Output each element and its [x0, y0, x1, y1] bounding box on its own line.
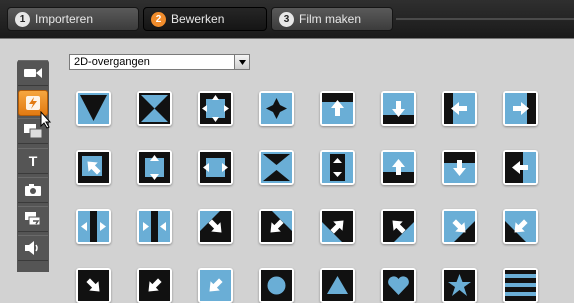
transition-tile-diverge-horizontal[interactable] [137, 209, 172, 244]
transition-tile-wipe-down[interactable] [76, 91, 111, 126]
transition-tile-converge-horizontal[interactable] [76, 209, 111, 244]
transition-tile-arrow-up[interactable] [381, 150, 416, 185]
transition-tile-star-reveal[interactable] [442, 268, 477, 303]
contract-vertical-icon [261, 152, 292, 183]
transition-tile-expand-arrows[interactable] [198, 91, 233, 126]
transition-tile-circle-reveal[interactable] [259, 268, 294, 303]
tab-label: Film maken [299, 12, 362, 26]
tab-importeren[interactable]: 1 Importeren [7, 7, 139, 31]
corner-in-topleft-icon [78, 152, 109, 183]
circle-reveal-icon [261, 270, 292, 301]
bars-horizontal-icon [505, 270, 536, 301]
expand-horizontal-icon [200, 152, 231, 183]
camera-icon [25, 184, 41, 196]
transition-tile-arrow-down-right[interactable] [198, 209, 233, 244]
transition-tile-arrow-left[interactable] [503, 150, 538, 185]
select-value: 2D-overgangen [74, 56, 150, 68]
transition-tile-arrow-down-left-4[interactable] [198, 268, 233, 303]
transition-grid [76, 91, 538, 303]
expand-vertical-icon [139, 152, 170, 183]
arrow-down-right-2-icon [444, 211, 475, 242]
converge-horizontal-icon [78, 211, 109, 242]
transition-tile-arrow-down-right-3[interactable] [76, 268, 111, 303]
sidebar-video-button[interactable] [18, 60, 48, 86]
transition-tile-arrow-down[interactable] [442, 150, 477, 185]
arrow-down-right-3-icon [78, 270, 109, 301]
sidebar-photo-button[interactable] [18, 177, 48, 203]
transition-tile-push-left[interactable] [442, 91, 477, 126]
transition-icon [26, 96, 40, 110]
step-number-badge: 1 [15, 12, 30, 27]
transition-tile-arrow-down-left-3[interactable] [137, 268, 172, 303]
step-number-badge: 2 [151, 12, 166, 27]
arrow-up-left-icon [383, 211, 414, 242]
album-sidebar: T [17, 60, 49, 272]
push-down-icon [383, 93, 414, 124]
text-icon: T [28, 153, 38, 169]
transition-tile-split-diagonal[interactable] [137, 91, 172, 126]
arrow-up-right-icon [322, 211, 353, 242]
effects-icon [25, 212, 41, 226]
transition-tile-expand-vertical[interactable] [137, 150, 172, 185]
arrow-down-left-2-icon [505, 211, 536, 242]
tab-label: Importeren [35, 12, 94, 26]
mouse-cursor-icon [40, 111, 52, 129]
iris-star-icon [261, 93, 292, 124]
heart-reveal-icon [383, 270, 414, 301]
transition-tile-iris-star[interactable] [259, 91, 294, 126]
transition-tile-arrow-down-left-2[interactable] [503, 209, 538, 244]
transition-tile-arrow-down-left[interactable] [259, 209, 294, 244]
star-reveal-icon [444, 270, 475, 301]
wipe-down-icon [78, 93, 109, 124]
panel-divider [0, 38, 574, 39]
split-diagonal-icon [139, 93, 170, 124]
transition-tile-heart-reveal[interactable] [381, 268, 416, 303]
step-number-badge: 3 [279, 12, 294, 27]
transition-tile-push-right[interactable] [503, 91, 538, 126]
slide-up-bar-icon [322, 93, 353, 124]
shrink-vertical-icon [322, 152, 353, 183]
transition-tile-slide-up-bar[interactable] [320, 91, 355, 126]
arrow-down-right-icon [200, 211, 231, 242]
transition-category-select[interactable]: 2D-overgangen [69, 54, 250, 70]
transition-tile-arrow-up-left[interactable] [381, 209, 416, 244]
push-right-icon [505, 93, 536, 124]
transition-tile-arrow-down-right-2[interactable] [442, 209, 477, 244]
transition-tile-triangle-up[interactable] [320, 268, 355, 303]
arrow-up-icon [383, 152, 414, 183]
triangle-up-icon [322, 270, 353, 301]
diverge-horizontal-icon [139, 211, 170, 242]
video-icon [24, 68, 42, 78]
transition-tile-push-down[interactable] [381, 91, 416, 126]
sidebar-text-button[interactable]: T [18, 148, 48, 174]
tab-label: Bewerken [171, 12, 225, 26]
transition-tile-arrow-up-right[interactable] [320, 209, 355, 244]
arrow-left-icon [505, 152, 536, 183]
tab-bewerken[interactable]: 2 Bewerken [143, 7, 267, 31]
tab-bar-divider [396, 18, 574, 20]
expand-arrows-icon [200, 93, 231, 124]
sidebar-effects-button[interactable] [18, 206, 48, 232]
chevron-down-icon[interactable] [234, 55, 249, 69]
workflow-tab-bar: 1 Importeren 2 Bewerken 3 Film maken [0, 0, 574, 38]
transition-tile-corner-in-topleft[interactable] [76, 150, 111, 185]
arrow-down-left-3-icon [139, 270, 170, 301]
sidebar-audio-button[interactable] [18, 235, 48, 261]
push-left-icon [444, 93, 475, 124]
arrow-down-left-icon [261, 211, 292, 242]
tab-film-maken[interactable]: 3 Film maken [271, 7, 393, 31]
arrow-down-left-4-icon [200, 270, 231, 301]
arrow-down-icon [444, 152, 475, 183]
transition-tile-contract-vertical[interactable] [259, 150, 294, 185]
transition-tile-shrink-vertical[interactable] [320, 150, 355, 185]
transition-tile-bars-horizontal[interactable] [503, 268, 538, 303]
speaker-icon [25, 241, 38, 255]
transition-tile-expand-horizontal[interactable] [198, 150, 233, 185]
